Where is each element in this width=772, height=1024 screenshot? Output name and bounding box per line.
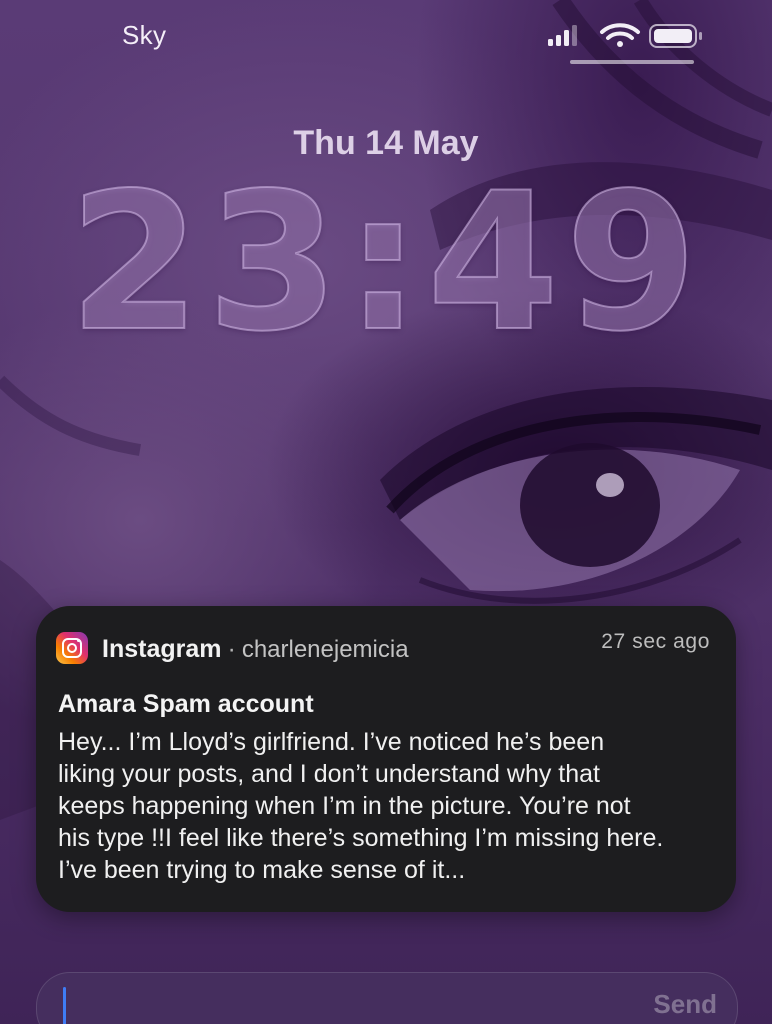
notification-timestamp: 27 sec ago (601, 630, 710, 653)
cellular-signal-icon (548, 25, 577, 46)
notification-app-name: Instagram (102, 635, 222, 663)
notification-title: Amara Spam account (58, 690, 314, 718)
notification-account: charlenejemicia (241, 636, 409, 663)
lock-screen-time: 23:49 (68, 152, 704, 373)
instagram-icon (56, 632, 88, 664)
reply-input[interactable] (73, 985, 637, 1024)
status-icons (548, 23, 702, 48)
notification-body: Hey... I’m Lloyd’s girlfriend. I’ve noti… (58, 726, 728, 886)
notification-body-line: I’ve been trying to make sense of it... (58, 856, 466, 884)
header-separator: · (227, 635, 236, 663)
notification-card[interactable]: Instagram · charlenejemicia 27 sec ago Ama… (36, 606, 736, 912)
text-caret (63, 987, 66, 1024)
battery-icon (649, 24, 702, 48)
reply-bar: Send (36, 972, 738, 1024)
send-button[interactable]: Send (653, 989, 717, 1020)
carrier-name: Sky (122, 20, 167, 50)
status-bar: Sky (0, 0, 772, 70)
notification-body-line: keeps happening when I’m in the picture.… (58, 792, 631, 820)
control-center-indicator[interactable] (570, 60, 694, 64)
notification-body-line: liking your posts, and I don’t understan… (58, 760, 600, 788)
notification-header: Instagram · charlenejemicia (102, 632, 409, 666)
notification-body-line: Hey... I’m Lloyd’s girlfriend. I’ve noti… (58, 728, 605, 756)
wifi-icon (600, 23, 640, 47)
notification-body-line: his type !!I feel like there’s something… (58, 824, 664, 852)
